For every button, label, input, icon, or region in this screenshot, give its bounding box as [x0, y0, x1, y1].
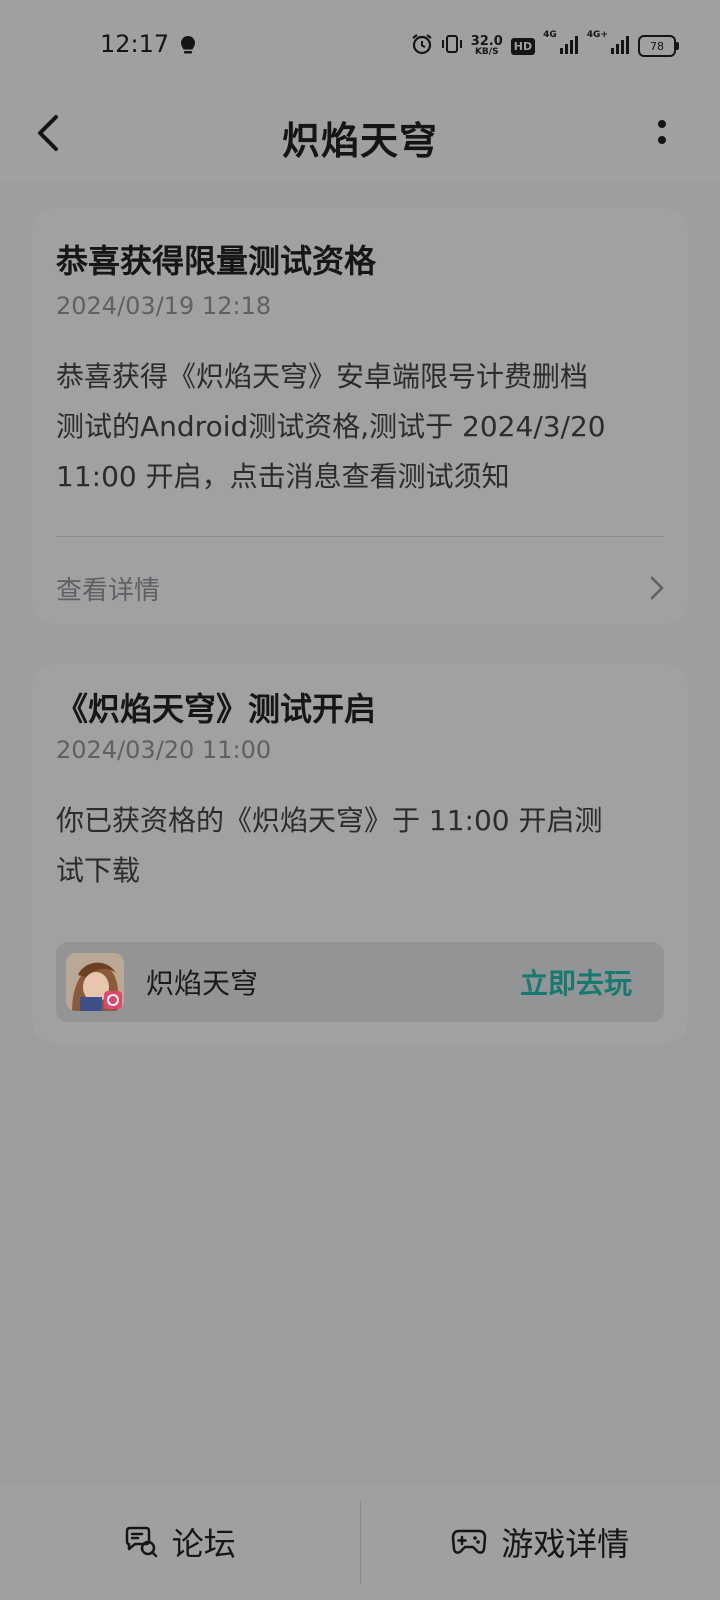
message-title: 恭喜获得限量测试资格 — [56, 242, 377, 280]
status-time: 12:17 — [100, 30, 170, 58]
chevron-right-icon — [650, 576, 664, 600]
view-details-link[interactable]: 查看详情 — [56, 566, 664, 610]
forum-icon — [125, 1526, 157, 1558]
signal-bars-icon — [610, 34, 630, 58]
signal1-label: 4G — [543, 30, 557, 40]
message-time: 2024/03/20 11:00 — [56, 736, 272, 764]
game-entry[interactable]: 炽焰天穹 立即去玩 — [56, 942, 664, 1022]
status-bar: 12:17 32.0 KB/S HD 4G 4G+ 78 — [0, 0, 720, 92]
vibrate-icon — [441, 33, 463, 59]
divider — [56, 536, 664, 537]
more-dot — [658, 136, 666, 144]
nav-bar: 炽焰天穹 — [0, 92, 720, 182]
tab-forum[interactable]: 论坛 — [0, 1484, 360, 1600]
message-body: 你已获资格的《炽焰天穹》于 11:00 开启测 试下载 — [56, 804, 603, 887]
hd-badge: HD — [510, 37, 536, 55]
message-card[interactable]: 《炽焰天穹》测试开启 2024/03/20 11:00 你已获资格的《炽焰天穹》… — [32, 664, 688, 1044]
lightbulb-icon — [181, 36, 195, 60]
status-icons: 32.0 KB/S HD 4G 4G+ 78 — [411, 30, 679, 62]
message-title: 《炽焰天穹》测试开启 — [56, 690, 377, 728]
gamepad-icon — [451, 1529, 487, 1554]
alarm-icon — [411, 33, 433, 59]
tab-game-details[interactable]: 游戏详情 — [361, 1484, 720, 1600]
signal-bars-icon — [559, 34, 579, 58]
more-dot — [658, 120, 666, 128]
message-time: 2024/03/19 12:18 — [56, 292, 272, 320]
signal2-label: 4G+ — [586, 30, 608, 40]
message-card[interactable]: 恭喜获得限量测试资格 2024/03/19 12:18 恭喜获得《炽焰天穹》安卓… — [32, 208, 688, 624]
game-app-icon — [66, 953, 124, 1011]
bottom-tab-bar: 论坛 游戏详情 — [0, 1484, 720, 1600]
message-body: 恭喜获得《炽焰天穹》安卓端限号计费删档 测试的Android测试资格,测试于 2… — [56, 360, 606, 493]
network-speed: 32.0 KB/S — [470, 34, 503, 57]
game-name: 炽焰天穹 — [146, 967, 259, 1000]
battery-indicator: 78 — [638, 35, 679, 57]
play-now-button[interactable]: 立即去玩 — [520, 962, 632, 1002]
page-title: 炽焰天穹 — [281, 119, 438, 163]
more-options-button[interactable] — [648, 110, 676, 154]
tab-game-details-label: 游戏详情 — [501, 1525, 630, 1563]
view-details-label: 查看详情 — [56, 575, 161, 606]
tab-forum-label: 论坛 — [171, 1525, 236, 1563]
